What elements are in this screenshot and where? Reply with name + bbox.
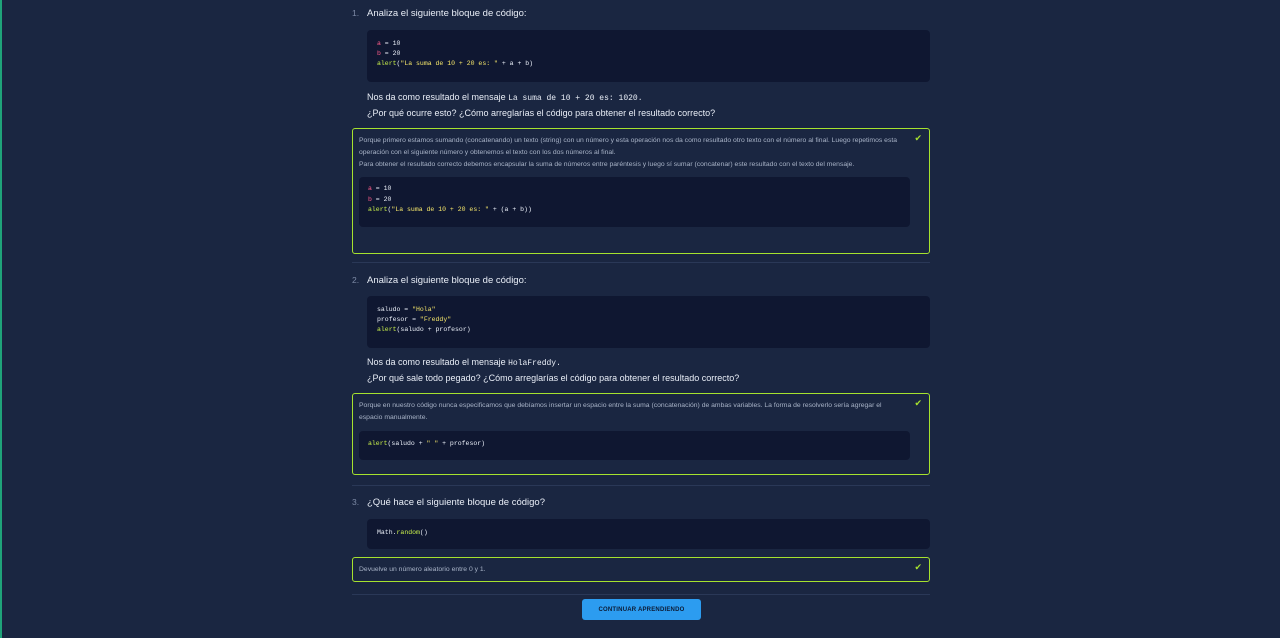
- question-prompt: ¿Por qué ocurre esto? ¿Cómo arreglarías …: [367, 108, 716, 118]
- question-header: 2. Analiza el siguiente bloque de código…: [352, 275, 930, 289]
- answer-paragraph: Devuelve un número aleatorio entre 0 y 1…: [359, 566, 486, 573]
- result-prefix: Nos da como resultado el mensaje: [367, 357, 506, 367]
- question-number: 1.: [352, 8, 360, 18]
- question-code-block: saludo = "Hola" profesor = "Freddy" alert(…: [367, 296, 930, 348]
- answer-box: ✔ Porque primero estamos sumando (concat…: [352, 128, 930, 254]
- question-result-text: Nos da como resultado el mensaje La suma…: [367, 90, 930, 106]
- result-prefix: Nos da como resultado el mensaje: [367, 92, 506, 102]
- question-1: 1. Analiza el siguiente bloque de código…: [352, 8, 930, 254]
- check-icon: ✔: [914, 133, 922, 143]
- question-number: 2.: [352, 275, 360, 285]
- question-result-text: Nos da como resultado el mensaje HolaFre…: [367, 355, 930, 371]
- check-icon: ✔: [914, 562, 922, 572]
- continue-learning-button[interactable]: CONTINUAR APRENDIENDO: [582, 599, 701, 620]
- code-line: a = 10: [377, 40, 401, 47]
- question-3: 3. ¿Qué hace el siguiente bloque de códi…: [352, 497, 930, 582]
- code-line: alert("La suma de 10 + 20 es: " + (a + b…: [368, 205, 532, 213]
- answer-code-block: a = 10 b = 20 alert("La suma de 10 + 20 es…: [359, 177, 910, 228]
- left-edge-accent: [0, 0, 2, 638]
- question-title: Analiza el siguiente bloque de código:: [367, 8, 527, 19]
- answer-box: ✔ Porque en nuestro código nunca especif…: [352, 393, 930, 475]
- divider: [352, 485, 930, 486]
- answer-box: ✔ Devuelve un número aleatorio entre 0 y…: [352, 557, 930, 582]
- question-number: 3.: [352, 497, 360, 507]
- answer-paragraph: Para obtener el resultado correcto debem…: [359, 160, 855, 168]
- result-code: HolaFreddy.: [508, 359, 561, 368]
- code-line: a = 10: [368, 185, 392, 193]
- question-code-block: a = 10 b = 20 alert("La suma de 10 + 20 es…: [367, 30, 930, 82]
- code-line: Math.random(): [377, 529, 428, 536]
- question-prompt: ¿Por qué sale todo pegado? ¿Cómo arregla…: [367, 373, 740, 383]
- question-code-block: Math.random(): [367, 519, 930, 549]
- answer-paragraph: Porque en nuestro código nunca especific…: [359, 402, 882, 421]
- question-2: 2. Analiza el siguiente bloque de código…: [352, 275, 930, 475]
- check-icon: ✔: [914, 398, 922, 408]
- code-line: alert(saludo + " " + profesor): [368, 439, 486, 447]
- divider: [352, 594, 930, 595]
- answer-code-block: alert(saludo + " " + profesor): [359, 430, 910, 460]
- question-header: 1. Analiza el siguiente bloque de código…: [352, 8, 930, 22]
- code-line: alert(saludo + profesor): [377, 326, 471, 334]
- code-line: alert("La suma de 10 + 20 es: " + a + b): [377, 60, 534, 68]
- question-header: 3. ¿Qué hace el siguiente bloque de códi…: [352, 497, 930, 511]
- code-line: b = 20: [368, 195, 392, 203]
- code-line: saludo = "Hola": [377, 306, 436, 313]
- divider: [352, 262, 930, 263]
- answer-paragraph: Porque primero estamos sumando (concaten…: [359, 137, 898, 156]
- result-code: La suma de 10 + 20 es: 1020.: [508, 94, 643, 103]
- code-line: b = 20: [377, 50, 401, 58]
- question-title: Analiza el siguiente bloque de código:: [367, 275, 527, 286]
- code-line: profesor = "Freddy": [377, 316, 452, 324]
- question-title: ¿Qué hace el siguiente bloque de código?: [367, 497, 545, 508]
